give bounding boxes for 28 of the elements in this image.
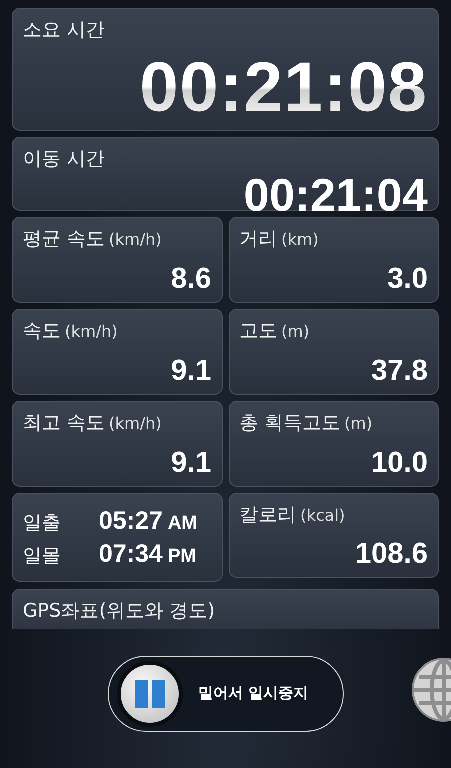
pause-knob[interactable] [116,660,182,726]
stat-label: 속도 (km/h) [23,319,119,344]
stat-label: 총 획득고도 (m) [240,411,374,436]
stat-label: 최고 속도 (km/h) [23,411,163,436]
slide-label: 밀어서 일시중지 [198,684,309,703]
stat-label: 칼로리 (kcal) [240,503,346,528]
stat-label: 고도 (m) [240,319,311,344]
stat-value: 3.0 [388,265,428,294]
stat-value: 37.8 [372,357,428,386]
stat-value: 9.1 [171,357,212,386]
stat-label: 거리 (km) [240,227,320,252]
total-time-label: 소요 시간 [23,18,106,43]
stat-value: 9.1 [171,449,212,478]
sun-period: AM [168,512,198,534]
sun-time: 05:27 [99,506,163,536]
slide-to-pause-control[interactable]: 밀어서 일시중지 [108,656,344,732]
calorie-value: 108.6 [355,540,428,569]
stat-value: 8.6 [171,265,212,294]
sun-label: 일몰 [23,544,62,568]
moving-time-value: 00:21:04 [244,172,428,218]
gps-label: GPS좌표(위도와 경도) [23,599,216,624]
sun-time: 07:34 [99,540,163,568]
sun-label: 일출 [23,510,62,536]
stat-label: 평균 속도 (km/h) [23,227,163,252]
sun-period: PM [168,546,196,568]
moving-time-label: 이동 시간 [23,147,106,172]
pause-icon [132,680,166,708]
stat-value: 10.0 [372,449,428,478]
